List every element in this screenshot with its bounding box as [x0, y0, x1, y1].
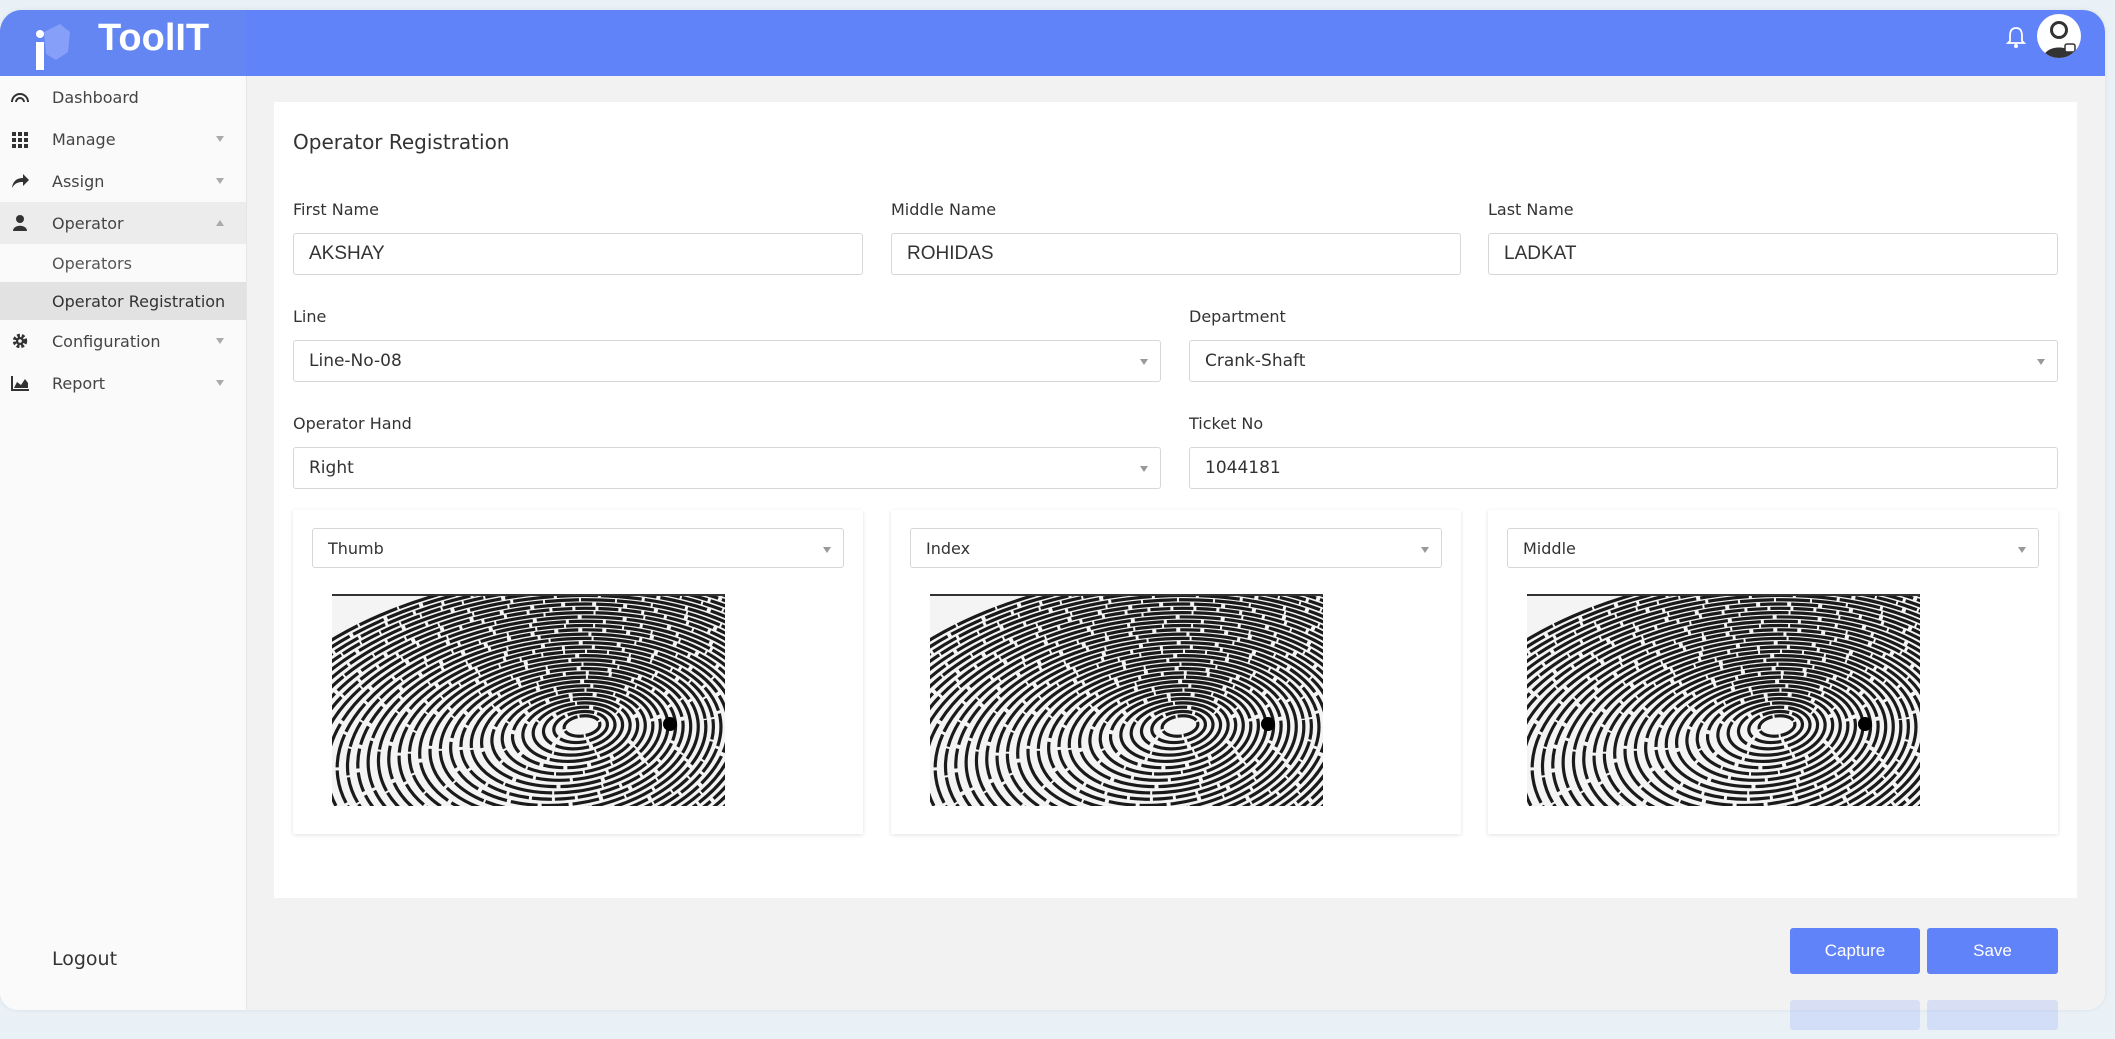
fingerprint-image	[1527, 594, 1920, 806]
dashboard-icon	[11, 93, 29, 103]
finger-select-index[interactable]: Index	[910, 528, 1442, 568]
operator-hand-value: Right	[309, 458, 354, 478]
logout-link[interactable]: Logout	[52, 948, 117, 970]
first-name-value: AKSHAY	[309, 243, 385, 264]
department-label: Department	[1189, 307, 1286, 326]
ticket-no-input[interactable]: 1044181	[1189, 447, 2058, 489]
line-label: Line	[293, 307, 327, 326]
chevron-down-icon	[2018, 547, 2026, 553]
sidebar-item-manage[interactable]: Manage	[0, 118, 246, 160]
sidebar-item-configuration[interactable]: Configuration	[0, 320, 246, 362]
first-name-input[interactable]: AKSHAY	[293, 233, 863, 275]
sidebar-item-label: Assign	[52, 171, 105, 191]
middle-name-input[interactable]: ROHIDAS	[891, 233, 1461, 275]
ticket-no-label: Ticket No	[1189, 414, 1264, 433]
finger-select-value: Thumb	[328, 538, 384, 558]
middle-name-label: Middle Name	[891, 200, 997, 219]
share-arrow-icon	[12, 174, 29, 188]
save-button[interactable]: Save	[1927, 928, 2058, 974]
finger-select-value: Middle	[1523, 538, 1576, 558]
bell-icon[interactable]	[2005, 24, 2027, 50]
grid-icon	[12, 132, 28, 148]
operator-hand-select[interactable]: Right	[293, 447, 1161, 489]
form-footer: Capture Save	[274, 898, 2077, 1010]
chevron-down-icon	[1421, 547, 1429, 553]
last-name-label: Last Name	[1488, 200, 1574, 219]
middle-name-value: ROHIDAS	[907, 243, 994, 264]
department-select[interactable]: Crank-Shaft	[1189, 340, 2058, 382]
toolit-logo-icon	[36, 24, 70, 70]
sidebar: Dashboard Manage Assign Operator Operato…	[0, 76, 247, 1010]
finger-select-value: Index	[926, 538, 971, 558]
chevron-down-icon	[823, 547, 831, 553]
line-value: Line-No-08	[309, 351, 402, 371]
chevron-down-icon	[216, 178, 224, 184]
last-name-value: LADKAT	[1504, 243, 1577, 264]
avatar-icon[interactable]	[2037, 14, 2081, 58]
chevron-down-icon	[2037, 359, 2045, 365]
sidebar-item-assign[interactable]: Assign	[0, 160, 246, 202]
finger-select-middle[interactable]: Middle	[1507, 528, 2039, 568]
sidebar-subitem-operators[interactable]: Operators	[0, 244, 246, 282]
sidebar-item-report[interactable]: Report	[0, 362, 246, 404]
fingerprint-image	[930, 594, 1323, 806]
fingerprint-card-index: Index	[891, 510, 1461, 834]
chevron-down-icon	[216, 338, 224, 344]
sidebar-item-label: Dashboard	[52, 87, 139, 107]
app-window: ToolIT Dashboard Manage Assign Operator …	[0, 10, 2105, 1010]
app-title: ToolIT	[98, 17, 210, 59]
chevron-down-icon	[216, 136, 224, 142]
sidebar-item-operator[interactable]: Operator	[0, 202, 246, 244]
capture-button[interactable]: Capture	[1790, 928, 1920, 974]
last-name-input[interactable]: LADKAT	[1488, 233, 2058, 275]
operator-hand-label: Operator Hand	[293, 414, 412, 433]
ticket-no-value: 1044181	[1205, 458, 1281, 478]
sidebar-item-label: Operator	[52, 213, 124, 233]
department-value: Crank-Shaft	[1205, 351, 1306, 371]
brand: ToolIT	[0, 10, 246, 76]
sidebar-item-label: Report	[52, 373, 106, 393]
chevron-down-icon	[216, 380, 224, 386]
user-icon	[13, 215, 27, 231]
gear-icon	[12, 333, 28, 349]
chevron-up-icon	[216, 220, 224, 226]
finger-select-thumb[interactable]: Thumb	[312, 528, 844, 568]
fingerprint-card-middle: Middle	[1488, 510, 2058, 834]
chevron-down-icon	[1140, 466, 1148, 472]
page-title: Operator Registration	[293, 130, 510, 154]
sidebar-item-label: Configuration	[52, 331, 161, 351]
sidebar-item-dashboard[interactable]: Dashboard	[0, 76, 246, 118]
window-reflection	[0, 1000, 2105, 1039]
registration-card: Operator Registration First Name AKSHAY …	[274, 102, 2077, 898]
sidebar-subitem-operator-registration[interactable]: Operator Registration	[0, 282, 246, 320]
sidebar-item-label: Manage	[52, 129, 116, 149]
area-chart-icon	[11, 376, 29, 391]
top-header: ToolIT	[0, 10, 2105, 76]
fingerprint-image	[332, 594, 725, 806]
first-name-label: First Name	[293, 200, 379, 219]
chevron-down-icon	[1140, 359, 1148, 365]
fingerprint-card-thumb: Thumb	[293, 510, 863, 834]
line-select[interactable]: Line-No-08	[293, 340, 1161, 382]
